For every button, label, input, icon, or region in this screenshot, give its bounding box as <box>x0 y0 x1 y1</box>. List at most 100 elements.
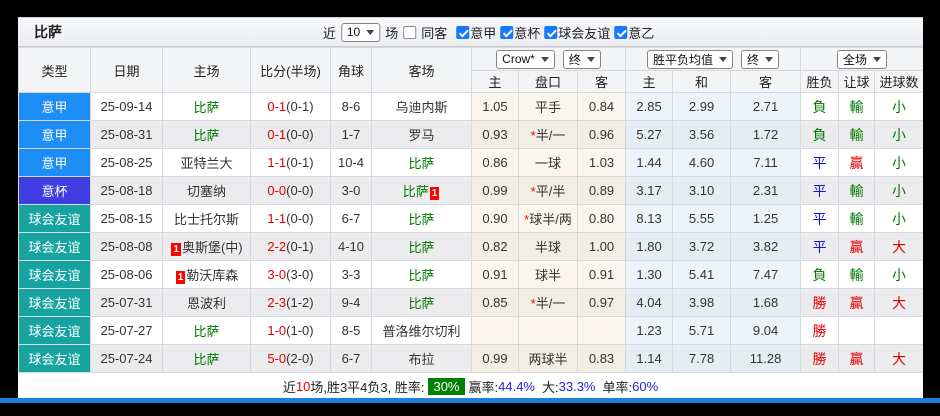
result-wdl-cell: 勝 <box>800 344 840 373</box>
summary-text: 场,胜3平4负3, 胜率: <box>310 380 425 395</box>
scope-select[interactable]: 全场 <box>837 49 888 69</box>
result-handicap-cell: 輸 <box>838 260 876 289</box>
fulltime-score: 3-0 <box>267 267 287 282</box>
league-checkbox-3[interactable] <box>614 25 628 39</box>
summary-count: 10 <box>295 379 311 394</box>
league-filter: 意杯 <box>500 23 540 42</box>
avg-away-cell: 7.47 <box>730 260 802 289</box>
avg-home-cell: 1.80 <box>625 232 674 261</box>
same-away-checkbox[interactable] <box>403 25 417 39</box>
date-cell: 25-08-31 <box>90 120 163 149</box>
bookmaker-value: Crow* <box>502 52 535 66</box>
avg-away-cell: 3.82 <box>730 232 802 261</box>
home-team-cell: 比萨 <box>162 316 251 345</box>
avg-draw-cell: 3.10 <box>672 176 732 205</box>
type-cell: 球会友谊 <box>18 260 91 289</box>
scope-select-group: 全场 <box>800 47 923 71</box>
league-label: 意杯 <box>514 25 541 41</box>
odds-home-cell: 0.86 <box>471 148 519 177</box>
odds-home-cell <box>471 316 519 345</box>
result-goals-cell: 大 <box>874 344 923 373</box>
handicap-cell: 平手 <box>518 92 578 121</box>
summary-prefix: 近 <box>282 380 296 395</box>
col-avg-draw: 和 <box>672 70 732 93</box>
avg-final-select[interactable]: 终 <box>741 49 780 69</box>
avg-draw-cell: 4.60 <box>672 148 732 177</box>
date-cell: 25-07-31 <box>90 288 163 317</box>
home-team-cell: 比士托尔斯 <box>162 204 251 233</box>
changed-line-star: * <box>530 296 536 311</box>
result-handicap-cell: 輸 <box>838 204 876 233</box>
league-label: 意乙 <box>628 25 655 41</box>
fulltime-score: 2-3 <box>267 295 287 310</box>
col-away: 客场 <box>371 47 472 93</box>
date-cell: 25-08-15 <box>90 204 163 233</box>
col-result-goals: 进球数 <box>874 70 923 93</box>
date-cell: 25-07-24 <box>90 344 163 373</box>
halftime-score: (0-0) <box>286 183 314 198</box>
score-cell: 1-0(1-0) <box>250 316 331 345</box>
odds-home-cell: 0.85 <box>471 288 519 317</box>
fulltime-score: 2-2 <box>267 239 287 254</box>
table-row: 球会友谊 25-07-31 恩波利 2-3(1-2) 9-4 比萨 0.85 *半/一 0.97… <box>18 288 923 317</box>
score-cell: 1-1(0-0) <box>250 204 331 233</box>
handicap-cell: *平/半 <box>518 176 578 205</box>
halftime-score: (0-1) <box>286 99 314 114</box>
team-name: 比萨 <box>408 240 435 255</box>
fulltime-score: 1-1 <box>267 211 287 226</box>
col-corners: 角球 <box>330 47 372 93</box>
result-goals-cell: 大 <box>874 232 923 261</box>
fulltime-score: 1-1 <box>267 155 287 170</box>
avg-home-cell: 5.27 <box>625 120 674 149</box>
odds-final-select[interactable]: 终 <box>562 49 601 69</box>
type-cell: 球会友谊 <box>18 288 91 317</box>
result-wdl-cell: 勝 <box>800 288 840 317</box>
odds-away-cell: 1.00 <box>576 232 627 261</box>
handicap-cell: *球半/两 <box>518 204 578 233</box>
red-card-badge: 1 <box>175 271 186 284</box>
home-team-cell: 恩波利 <box>162 288 251 317</box>
score-cell: 0-0(0-0) <box>250 176 331 205</box>
odds-home-cell: 0.99 <box>471 344 519 373</box>
team-name: 比萨 <box>193 100 220 115</box>
bookmaker-select[interactable]: Crow* <box>496 49 555 69</box>
league-filter: 意乙 <box>614 23 654 42</box>
avg-away-cell: 9.04 <box>730 316 802 345</box>
team-name: 切塞纳 <box>186 184 226 199</box>
team-name: 勒沃库森 <box>186 268 239 283</box>
avg-type-select[interactable]: 胜平负均值 <box>647 49 734 69</box>
score-cell: 3-0(3-0) <box>250 260 331 289</box>
single-value: 60% <box>632 379 659 394</box>
chevron-down-icon <box>540 57 549 66</box>
chevron-down-icon <box>586 57 595 66</box>
win-label: 赢率: <box>468 380 499 395</box>
odds-away-cell: 1.03 <box>576 148 627 177</box>
result-wdl-cell: 平 <box>800 148 840 177</box>
league-checkbox-1[interactable] <box>500 25 514 39</box>
chevron-down-icon <box>873 57 882 66</box>
result-handicap-cell: 輸 <box>838 92 876 121</box>
league-filter: 意甲 <box>456 23 496 42</box>
col-result-wdl: 胜负 <box>800 70 840 93</box>
league-checkbox-2[interactable] <box>544 25 558 39</box>
col-home: 主场 <box>162 47 251 93</box>
recent-label: 近 <box>322 25 336 41</box>
halftime-score: (0-0) <box>286 211 314 226</box>
type-cell: 意甲 <box>18 120 91 149</box>
corners-cell: 1-7 <box>330 120 372 149</box>
avg-home-cell: 1.23 <box>625 316 674 345</box>
recent-count-select[interactable]: 10 <box>340 22 381 42</box>
result-handicap-cell: 贏 <box>838 148 876 177</box>
type-cell: 球会友谊 <box>18 232 91 261</box>
match-table: 类型 日期 主场 比分(半场) 角球 客场 Crow* 终 胜平负均值 终 全场… <box>18 47 923 373</box>
table-row: 球会友谊 25-08-06 1 勒沃库森 3-0(3-0) 3-3 比萨 0.91 球半 0.91… <box>18 260 923 289</box>
fulltime-score: 5-0 <box>267 351 287 366</box>
team-name: 恩波利 <box>186 296 226 311</box>
avg-away-cell: 2.31 <box>730 176 802 205</box>
league-checkbox-0[interactable] <box>456 25 470 39</box>
result-wdl-cell: 負 <box>800 92 840 121</box>
odds-away-cell <box>576 316 627 345</box>
result-wdl-cell: 平 <box>800 232 840 261</box>
avg-draw-cell: 3.56 <box>672 120 732 149</box>
halftime-score: (1-2) <box>286 295 314 310</box>
